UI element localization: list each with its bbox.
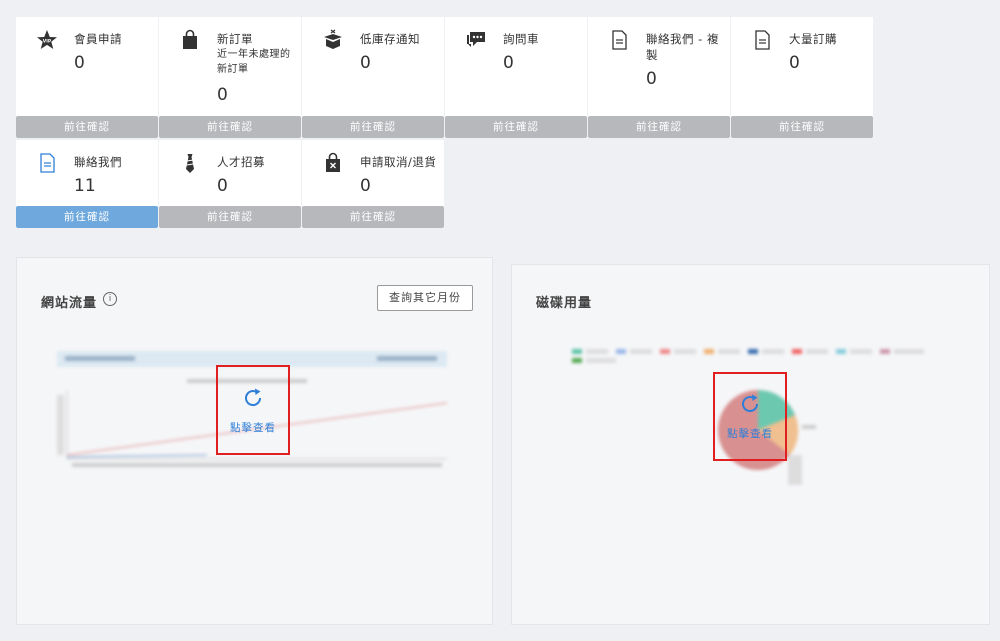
info-icon[interactable]: i [103,292,117,306]
card-recruitment: 人才招募 0 前往確認 [159,140,301,228]
cancel-bag-icon [322,152,344,174]
card-new-order: 新訂單 近一年未處理的新訂單 0 前往確認 [159,17,301,138]
card-cancel-return: 申請取消/退貨 0 前往確認 [302,140,444,228]
card-count: 0 [74,53,85,73]
card-bulk-order: 大量訂購 0 前往確認 [731,17,873,138]
go-confirm-button[interactable]: 前往確認 [588,116,730,138]
card-title: 會員申請 [74,32,122,46]
go-confirm-button[interactable]: 前往確認 [159,206,301,228]
document-icon [36,152,58,174]
card-low-stock: 低庫存通知 0 前往確認 [302,17,444,138]
card-contact-us: 聯絡我們 11 前往確認 [16,140,158,228]
card-title: 大量訂購 [789,32,837,46]
vip-star-icon: VIP [36,29,58,51]
card-inquiry-cart: 詢問車 0 前往確認 [445,17,587,138]
card-contact-copy: 聯絡我們 - 複製 0 前往確認 [588,17,730,138]
refresh-icon [738,392,762,420]
query-other-month-button[interactable]: 查詢其它月份 [377,285,473,311]
card-count: 0 [217,85,228,105]
card-count: 0 [360,176,371,196]
go-confirm-button[interactable]: 前往確認 [731,116,873,138]
chat-bubble-icon [465,29,487,51]
necktie-icon [179,152,201,174]
go-confirm-button[interactable]: 前往確認 [16,116,158,138]
card-title: 人才招募 [217,155,265,169]
go-confirm-button[interactable]: 前往確認 [302,116,444,138]
panel-title: 磁碟用量 [536,296,593,311]
go-confirm-button[interactable]: 前往確認 [445,116,587,138]
go-confirm-button[interactable]: 前往確認 [16,206,158,228]
card-title: 聯絡我們 - 複製 [646,32,719,62]
card-title: 聯絡我們 [74,155,122,169]
open-box-icon [322,29,344,51]
card-title: 申請取消/退貨 [360,155,437,169]
card-count: 0 [503,53,514,73]
card-count: 0 [360,53,371,73]
disk-usage-panel: 磁碟用量 點擊查看 [511,264,990,625]
document-icon [751,29,773,51]
card-count: 11 [74,176,96,196]
refresh-icon [241,386,265,414]
card-count: 0 [646,69,657,89]
card-title: 新訂單 [217,32,253,46]
go-confirm-button[interactable]: 前往確認 [159,116,301,138]
view-traffic-button[interactable]: 點擊查看 [216,365,290,455]
refresh-label: 點擊查看 [230,421,276,434]
view-disk-button[interactable]: 點擊查看 [713,372,787,461]
card-title: 詢問車 [503,32,539,46]
card-title: 低庫存通知 [360,32,420,46]
card-count: 0 [217,176,228,196]
card-member-application: VIP 會員申請 0 前往確認 [16,17,158,138]
card-subtitle: 近一年未處理的新訂單 [217,49,291,75]
document-icon [608,29,630,51]
website-traffic-panel: 網站流量 i 查詢其它月份 點擊查看 [16,257,493,625]
card-count: 0 [789,53,800,73]
svg-text:VIP: VIP [43,39,52,45]
go-confirm-button[interactable]: 前往確認 [302,206,444,228]
panel-title: 網站流量 [41,296,98,311]
refresh-label: 點擊查看 [727,428,773,440]
shopping-bag-icon [179,29,201,51]
